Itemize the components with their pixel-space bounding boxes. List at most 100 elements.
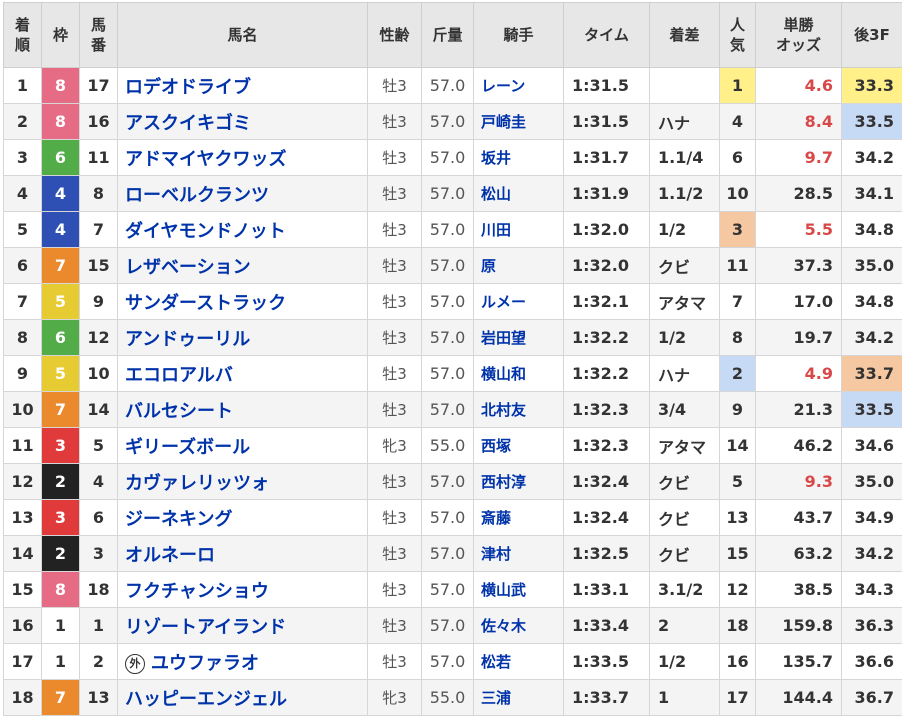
horse-name-cell[interactable]: ハッピーエンジェル <box>118 680 368 716</box>
horse-name-cell[interactable]: 外ユウファラオ <box>118 644 368 680</box>
horse-name-link[interactable]: アンドゥーリル <box>125 329 250 350</box>
waku-cell: 8 <box>42 572 80 608</box>
horse-name-cell[interactable]: カヴァレリッツォ <box>118 464 368 500</box>
time-cell: 1:32.2 <box>564 320 650 356</box>
horse-name-cell[interactable]: フクチャンショウ <box>118 572 368 608</box>
horse-name-link[interactable]: リゾートアイランド <box>125 617 286 638</box>
jockey-name-cell[interactable]: 北村友 <box>474 392 564 428</box>
table-row: 6715レザベーション牡357.0原1:32.0クビ1137.335.0 <box>4 248 902 284</box>
weight-cell: 57.0 <box>422 248 474 284</box>
odds-cell: 8.4 <box>756 104 842 140</box>
table-row: 3611アドマイヤクワッズ牡357.0坂井1:31.71.1/469.734.2 <box>4 140 902 176</box>
horse-name-cell[interactable]: オルネーロ <box>118 536 368 572</box>
jockey-name-cell[interactable]: 坂井 <box>474 140 564 176</box>
last3f-cell: 34.6 <box>842 428 902 464</box>
jockey-name-cell[interactable]: 西塚 <box>474 428 564 464</box>
time-cell: 1:33.1 <box>564 572 650 608</box>
horse-name-cell[interactable]: ダイヤモンドノット <box>118 212 368 248</box>
table-row: 759サンダーストラック牡357.0ルメー1:32.1アタマ717.034.8 <box>4 284 902 320</box>
last3f-cell: 35.0 <box>842 464 902 500</box>
jockey-name-cell[interactable]: ルメー <box>474 284 564 320</box>
horse-name-link[interactable]: ジーネキング <box>125 509 232 530</box>
jockey-name-cell[interactable]: 松山 <box>474 176 564 212</box>
horse-name-link[interactable]: ギリーズボール <box>125 437 250 458</box>
header-odds: 単勝オッズ <box>756 3 842 68</box>
odds-cell: 17.0 <box>756 284 842 320</box>
horse-name-link[interactable]: カヴァレリッツォ <box>125 473 269 494</box>
results-body: 1817ロデオドライブ牡357.0レーン1:31.514.633.32816アス… <box>4 68 902 716</box>
jockey-name-cell[interactable]: 岩田望 <box>474 320 564 356</box>
jockey-name-cell[interactable]: 横山和 <box>474 356 564 392</box>
odds-cell: 5.5 <box>756 212 842 248</box>
time-cell: 1:31.5 <box>564 68 650 104</box>
horse-name-cell[interactable]: レザベーション <box>118 248 368 284</box>
horse-name-cell[interactable]: ジーネキング <box>118 500 368 536</box>
waku-cell: 7 <box>42 248 80 284</box>
odds-cell: 144.4 <box>756 680 842 716</box>
horse-name-link[interactable]: ローベルクランツ <box>125 185 269 206</box>
waku-cell: 7 <box>42 680 80 716</box>
horse-name-link[interactable]: エコロアルバ <box>125 365 233 386</box>
last3f-cell: 34.2 <box>842 140 902 176</box>
time-cell: 1:33.7 <box>564 680 650 716</box>
popularity-cell: 2 <box>720 356 756 392</box>
time-cell: 1:31.7 <box>564 140 650 176</box>
last3f-cell: 33.7 <box>842 356 902 392</box>
horse-name-link[interactable]: レザベーション <box>125 257 251 278</box>
horse-name-link[interactable]: ハッピーエンジェル <box>125 689 287 710</box>
rank-cell: 1 <box>4 68 42 104</box>
horse-name-link[interactable]: ロデオドライブ <box>125 77 251 98</box>
number-cell: 15 <box>80 248 118 284</box>
jockey-name-cell[interactable]: 川田 <box>474 212 564 248</box>
margin-cell: 1 <box>650 680 720 716</box>
horse-name-cell[interactable]: ロデオドライブ <box>118 68 368 104</box>
horse-name-link[interactable]: ユウファラオ <box>151 653 259 674</box>
jockey-name-cell[interactable]: 横山武 <box>474 572 564 608</box>
horse-name-cell[interactable]: ギリーズボール <box>118 428 368 464</box>
popularity-cell: 17 <box>720 680 756 716</box>
horse-name-cell[interactable]: バルセシート <box>118 392 368 428</box>
jockey-name-cell[interactable]: 松若 <box>474 644 564 680</box>
jockey-name-cell[interactable]: 戸崎圭 <box>474 104 564 140</box>
weight-cell: 57.0 <box>422 320 474 356</box>
number-cell: 13 <box>80 680 118 716</box>
number-cell: 14 <box>80 392 118 428</box>
jockey-name-cell[interactable]: 西村淳 <box>474 464 564 500</box>
odds-cell: 37.3 <box>756 248 842 284</box>
popularity-cell: 7 <box>720 284 756 320</box>
horse-name-cell[interactable]: アンドゥーリル <box>118 320 368 356</box>
rank-cell: 15 <box>4 572 42 608</box>
margin-cell: クビ <box>650 500 720 536</box>
jockey-name-cell[interactable]: 佐々木 <box>474 608 564 644</box>
horse-name-link[interactable]: オルネーロ <box>125 545 215 566</box>
horse-name-link[interactable]: フクチャンショウ <box>125 581 269 602</box>
horse-name-cell[interactable]: エコロアルバ <box>118 356 368 392</box>
horse-name-cell[interactable]: アドマイヤクワッズ <box>118 140 368 176</box>
sex-age-cell: 牡3 <box>368 500 422 536</box>
jockey-name-cell[interactable]: 原 <box>474 248 564 284</box>
jockey-name-cell[interactable]: 斎藤 <box>474 500 564 536</box>
odds-cell: 9.7 <box>756 140 842 176</box>
horse-name-link[interactable]: サンダーストラック <box>125 293 286 314</box>
horse-name-link[interactable]: アスクイキゴミ <box>125 113 251 134</box>
horse-name-cell[interactable]: サンダーストラック <box>118 284 368 320</box>
jockey-name-cell[interactable]: レーン <box>474 68 564 104</box>
rank-cell: 6 <box>4 248 42 284</box>
weight-cell: 57.0 <box>422 572 474 608</box>
jockey-name-cell[interactable]: 津村 <box>474 536 564 572</box>
margin-cell: 1.1/2 <box>650 176 720 212</box>
popularity-cell: 9 <box>720 392 756 428</box>
horse-name-link[interactable]: バルセシート <box>125 401 233 422</box>
horse-name-link[interactable]: ダイヤモンドノット <box>125 221 286 242</box>
popularity-cell: 12 <box>720 572 756 608</box>
horse-name-cell[interactable]: ローベルクランツ <box>118 176 368 212</box>
odds-cell: 63.2 <box>756 536 842 572</box>
odds-cell: 38.5 <box>756 572 842 608</box>
horse-name-link[interactable]: アドマイヤクワッズ <box>125 149 286 170</box>
horse-name-cell[interactable]: リゾートアイランド <box>118 608 368 644</box>
margin-cell: 1/2 <box>650 212 720 248</box>
odds-cell: 4.9 <box>756 356 842 392</box>
jockey-name-cell[interactable]: 三浦 <box>474 680 564 716</box>
table-row: 1135ギリーズボール牝355.0西塚1:32.3アタマ1446.234.6 <box>4 428 902 464</box>
horse-name-cell[interactable]: アスクイキゴミ <box>118 104 368 140</box>
